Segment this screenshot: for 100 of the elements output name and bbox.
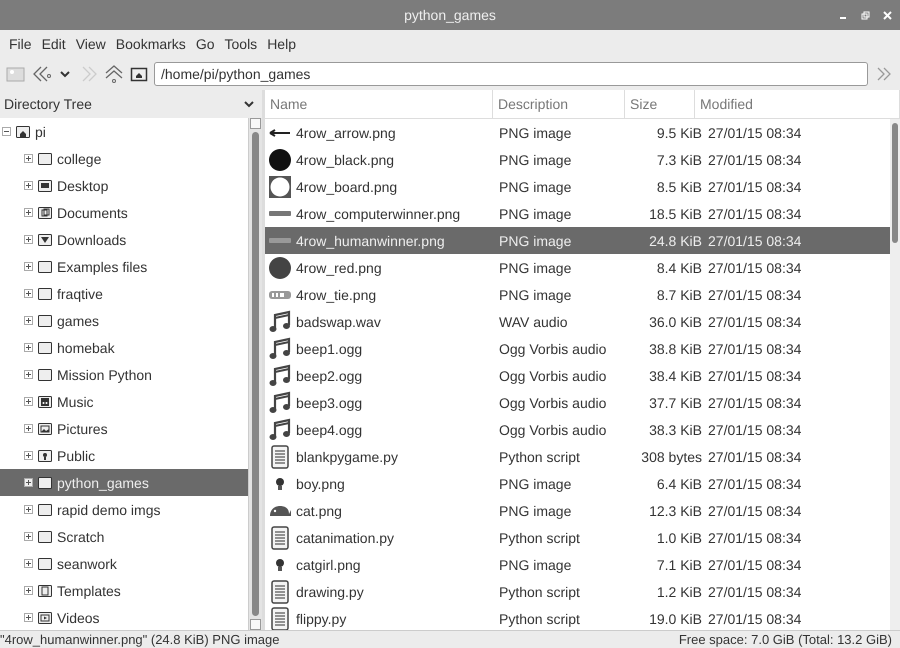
expand-icon[interactable] (24, 424, 33, 433)
file-row[interactable]: blankpygame.py Python script 308 bytes 27/01/15 08:34 (265, 443, 890, 470)
scrollbar[interactable] (248, 118, 262, 630)
expand-icon[interactable] (24, 343, 33, 352)
tree-item[interactable]: Documents (0, 199, 248, 226)
tree-item[interactable]: Mission Python (0, 361, 248, 388)
file-row[interactable]: beep1.ogg Ogg Vorbis audio 38.8 KiB 27/01/15 08:34 (265, 335, 890, 362)
tree-item[interactable]: seanwork (0, 550, 248, 577)
file-row[interactable]: beep2.ogg Ogg Vorbis audio 38.4 KiB 27/01/15 08:34 (265, 362, 890, 389)
menu-item[interactable]: Help (262, 36, 301, 52)
file-modified: 27/01/15 08:34 (708, 394, 802, 410)
file-row[interactable]: 4row_red.png PNG image 8.4 KiB 27/01/15 08:34 (265, 254, 890, 281)
tree-item[interactable]: Videos (0, 604, 248, 630)
expand-icon[interactable] (24, 532, 33, 541)
history-dropdown[interactable] (60, 70, 70, 78)
file-name: catgirl.png (296, 556, 361, 572)
column-header[interactable]: Modified (695, 90, 900, 118)
tree-item[interactable]: games (0, 307, 248, 334)
free-space-text: Free space: 7.0 GiB (Total: 13.2 GiB) (678, 632, 892, 647)
path-field[interactable]: /home/pi/python_games (154, 62, 868, 86)
file-row[interactable]: catanimation.py Python script 1.0 KiB 27/01/15 08:34 (265, 524, 890, 551)
expand-icon[interactable] (24, 316, 33, 325)
menu-item[interactable]: Edit (36, 36, 71, 52)
folder-icon (37, 474, 53, 490)
file-modified: 27/01/15 08:34 (708, 502, 802, 518)
expand-icon[interactable] (24, 613, 33, 622)
close-icon (882, 10, 892, 20)
file-name: drawing.py (296, 584, 364, 600)
file-row[interactable]: catgirl.png PNG image 7.1 KiB 27/01/15 08:34 (265, 551, 890, 578)
file-row[interactable]: 4row_computerwinner.png PNG image 18.5 KiB 27/01/15 08:34 (265, 200, 890, 227)
file-row[interactable]: 4row_black.png PNG image 7.3 KiB 27/01/15 08:34 (265, 146, 890, 173)
folder-icon (37, 502, 53, 518)
tree-item[interactable]: homebak (0, 334, 248, 361)
menu-item[interactable]: Bookmarks (110, 36, 191, 52)
up-button[interactable] (104, 64, 124, 84)
tree-item[interactable]: pi (0, 118, 248, 145)
file-row[interactable]: beep4.ogg Ogg Vorbis audio 38.3 KiB 27/01/15 08:34 (265, 416, 890, 443)
file-size: 7.1 KiB (656, 556, 703, 572)
tree-item[interactable]: Downloads (0, 226, 248, 253)
tree-item[interactable]: fraqtive (0, 280, 248, 307)
expand-icon[interactable] (24, 262, 33, 271)
expand-icon[interactable] (24, 289, 33, 298)
tree-item[interactable]: college (0, 145, 248, 172)
tree-item[interactable]: Music (0, 388, 248, 415)
file-row[interactable]: flippy.py Python script 19.0 KiB 27/01/15 08:34 (265, 605, 890, 632)
tree-item[interactable]: Pictures (0, 415, 248, 442)
column-header[interactable]: Name (265, 90, 493, 118)
column-header[interactable]: Size (625, 90, 695, 118)
file-name: flippy.py (296, 610, 346, 626)
file-row[interactable]: 4row_arrow.png PNG image 9.5 KiB 27/01/15 08:34 (265, 119, 890, 146)
tree-item[interactable]: python_games (0, 469, 248, 496)
file-modified: 27/01/15 08:34 (708, 448, 802, 464)
file-description: PNG image (498, 286, 572, 302)
file-row[interactable]: drawing.py Python script 1.2 KiB 27/01/15 08:34 (265, 578, 890, 605)
expand-icon[interactable] (24, 451, 33, 460)
expand-icon[interactable] (24, 208, 33, 217)
file-size: 9.5 KiB (656, 124, 703, 140)
file-name: 4row_board.png (296, 178, 398, 194)
expand-icon[interactable] (24, 586, 33, 595)
file-name: 4row_red.png (296, 260, 382, 276)
tree-item[interactable]: Public (0, 442, 248, 469)
file-row[interactable]: 4row_board.png PNG image 8.5 KiB 27/01/15 08:34 (265, 173, 890, 200)
tree-item[interactable]: Scratch (0, 523, 248, 550)
tree-item[interactable]: rapid demo imgs (0, 496, 248, 523)
column-header[interactable]: Description (493, 90, 625, 118)
tree-item[interactable]: Examples files (0, 253, 248, 280)
caret-icon (60, 70, 70, 78)
file-row[interactable]: badswap.wav WAV audio 36.0 KiB 27/01/15 08:34 (265, 308, 890, 335)
back-icon (32, 65, 54, 83)
menu-item[interactable]: Tools (220, 36, 262, 52)
file-description: PNG image (498, 232, 572, 248)
back-button[interactable] (32, 65, 54, 83)
music-note-icon (268, 336, 292, 360)
file-row[interactable]: 4row_humanwinner.png PNG image 24.8 KiB 27/01/15 08:34 (265, 227, 890, 254)
expand-icon[interactable] (24, 559, 33, 568)
file-size: 6.4 KiB (656, 476, 703, 492)
menu-item[interactable]: View (70, 36, 111, 52)
scrollbar[interactable] (890, 119, 900, 630)
tree-item[interactable]: Desktop (0, 172, 248, 199)
expand-icon[interactable] (24, 181, 33, 190)
file-row[interactable]: cat.png PNG image 12.3 KiB 27/01/15 08:34 (265, 497, 890, 524)
folder-name: Desktop (57, 178, 108, 194)
file-size: 1.0 KiB (656, 530, 703, 546)
expand-icon[interactable] (24, 154, 33, 163)
expand-icon[interactable] (24, 370, 33, 379)
tree-item[interactable]: Templates (0, 577, 248, 604)
expand-icon[interactable] (24, 235, 33, 244)
file-row[interactable]: boy.png PNG image 6.4 KiB 27/01/15 08:34 (265, 470, 890, 497)
file-row[interactable]: beep3.ogg Ogg Vorbis audio 37.7 KiB 27/01/15 08:34 (265, 389, 890, 416)
menu-item[interactable]: Go (190, 36, 220, 52)
collapse-icon[interactable] (2, 127, 11, 136)
side-pane-selector[interactable]: Directory Tree (0, 90, 262, 118)
file-description: Ogg Vorbis audio (498, 368, 608, 384)
expand-icon[interactable] (24, 478, 33, 487)
home-button[interactable] (130, 66, 148, 82)
expand-icon[interactable] (24, 397, 33, 406)
file-row[interactable]: 4row_tie.png PNG image 8.7 KiB 27/01/15 08:34 (265, 281, 890, 308)
expand-icon[interactable] (24, 505, 33, 514)
file-name: beep2.ogg (296, 368, 362, 384)
menu-item[interactable]: File (4, 36, 37, 52)
